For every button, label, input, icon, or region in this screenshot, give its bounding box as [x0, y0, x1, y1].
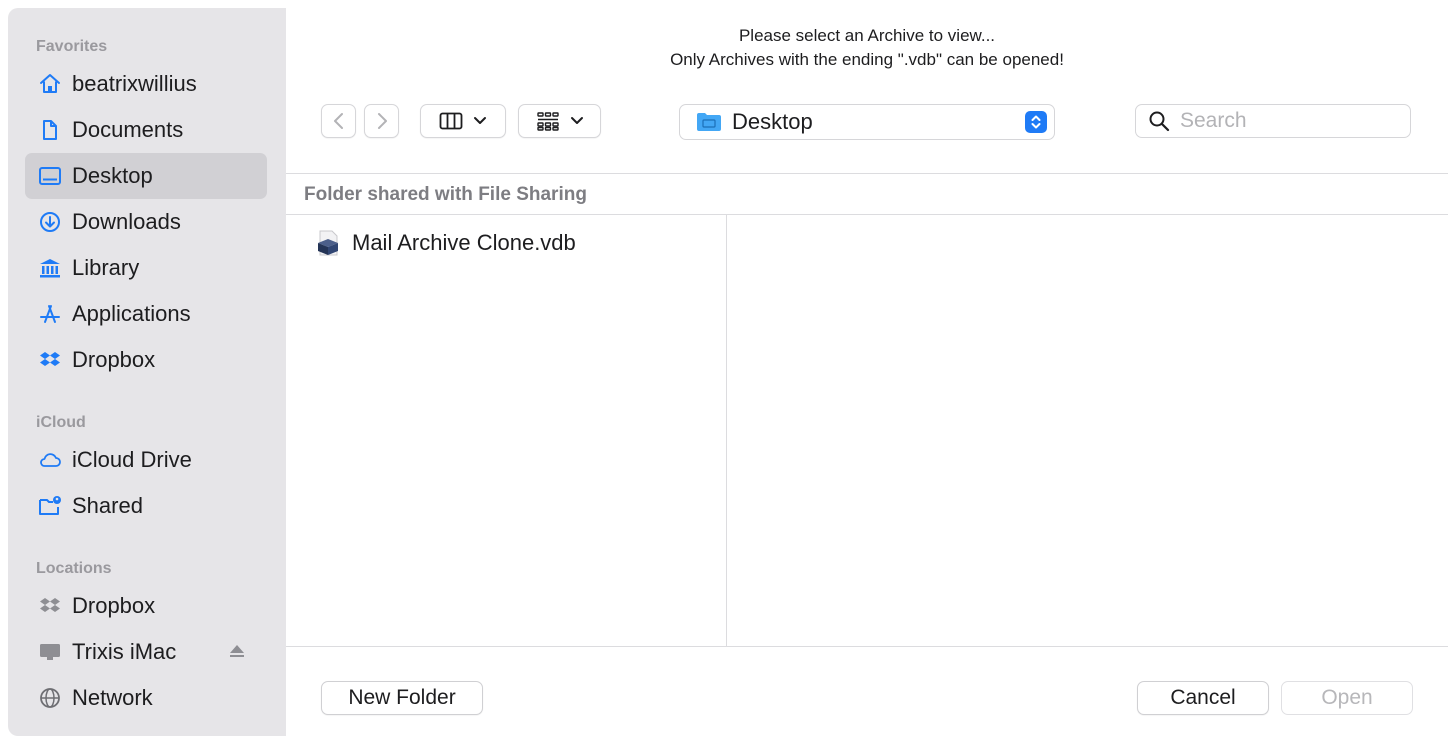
sidebar-item-label: Downloads	[72, 209, 181, 234]
location-label: Desktop	[732, 109, 813, 134]
network-icon	[38, 686, 62, 710]
sidebar-section-favorites: Favorites	[36, 38, 108, 55]
forward-button[interactable]	[364, 104, 399, 138]
cancel-button[interactable]: Cancel	[1137, 681, 1269, 715]
search-input[interactable]	[1180, 109, 1400, 133]
chevron-down-icon	[570, 117, 583, 124]
new-folder-button[interactable]: New Folder	[321, 681, 483, 715]
folder-icon	[697, 113, 721, 131]
footer-divider	[286, 646, 1448, 647]
dropbox-icon	[38, 348, 62, 372]
sidebar-item-trixis-imac[interactable]: Trixis iMac	[25, 629, 267, 675]
file-name: Mail Archive Clone.vdb	[352, 230, 576, 255]
sidebar-item-network[interactable]: Network	[25, 675, 267, 721]
back-button[interactable]	[321, 104, 356, 138]
sidebar-item-label: Documents	[72, 117, 184, 142]
home-icon	[38, 72, 62, 96]
document-icon	[38, 118, 62, 142]
sidebar-item-label: Dropbox	[72, 593, 156, 618]
applications-icon	[38, 302, 62, 326]
sidebar-item-desktop[interactable]: Desktop	[25, 153, 267, 199]
download-icon	[38, 210, 62, 234]
desktop-icon	[38, 164, 62, 188]
sidebar-section-locations: Locations	[36, 560, 112, 577]
chevron-left-icon	[333, 113, 343, 129]
group-icon	[536, 112, 559, 131]
cloud-icon	[38, 448, 62, 472]
sidebar-item-label: Shared	[72, 493, 143, 518]
library-icon	[38, 256, 62, 280]
archive-file-icon	[318, 230, 338, 256]
search-field[interactable]	[1135, 104, 1411, 138]
search-icon	[1149, 111, 1170, 132]
sidebar-item-label: Network	[72, 685, 153, 710]
chevron-down-icon	[474, 117, 486, 124]
view-mode-button[interactable]	[420, 104, 506, 138]
chevron-right-icon	[377, 113, 387, 129]
sidebar-item-home[interactable]: beatrixwillius	[25, 61, 267, 107]
group-header: Folder shared with File Sharing	[304, 184, 587, 205]
sidebar-item-label: beatrixwillius	[72, 71, 197, 96]
group-header-divider	[286, 214, 1448, 215]
sidebar-item-label: Library	[72, 255, 140, 280]
sidebar-section-icloud: iCloud	[36, 414, 86, 431]
sidebar-item-label: Dropbox	[72, 347, 156, 372]
sidebar-item-dropbox[interactable]: Dropbox	[25, 337, 267, 383]
toolbar-divider	[286, 173, 1448, 174]
sidebar-item-label: Trixis iMac	[72, 639, 177, 664]
sidebar-item-downloads[interactable]: Downloads	[25, 199, 267, 245]
sidebar-item-library[interactable]: Library	[25, 245, 267, 291]
sidebar-item-documents[interactable]: Documents	[25, 107, 267, 153]
prompt-line-2: Only Archives with the ending ".vdb" can…	[670, 50, 1064, 69]
columns-view-icon	[439, 112, 463, 130]
popup-stepper-icon	[1025, 111, 1047, 133]
sidebar-item-label: Applications	[72, 301, 191, 326]
open-button[interactable]: Open	[1281, 681, 1413, 715]
column-divider[interactable]	[726, 214, 727, 646]
sidebar-item-label: iCloud Drive	[72, 447, 192, 472]
sidebar-item-dropbox-location[interactable]: Dropbox	[25, 583, 267, 629]
group-button[interactable]	[518, 104, 601, 138]
file-row[interactable]: Mail Archive Clone.vdb	[316, 228, 716, 258]
dialog-prompt: Please select an Archive to view... Only…	[286, 24, 1448, 72]
shared-folder-icon	[38, 494, 62, 518]
sidebar-item-shared[interactable]: Shared	[25, 483, 267, 529]
sidebar-item-label: Desktop	[72, 163, 153, 188]
sidebar-item-applications[interactable]: Applications	[25, 291, 267, 337]
prompt-line-1: Please select an Archive to view...	[738, 26, 996, 45]
eject-icon[interactable]	[227, 641, 247, 661]
imac-icon	[38, 640, 62, 664]
location-popup[interactable]: Desktop	[679, 104, 1055, 140]
sidebar: Favorites beatrixwillius Documents Deskt…	[8, 8, 286, 736]
dropbox-icon	[38, 594, 62, 618]
sidebar-item-icloud-drive[interactable]: iCloud Drive	[25, 437, 267, 483]
main-pane: Please select an Archive to view... Only…	[286, 8, 1448, 736]
